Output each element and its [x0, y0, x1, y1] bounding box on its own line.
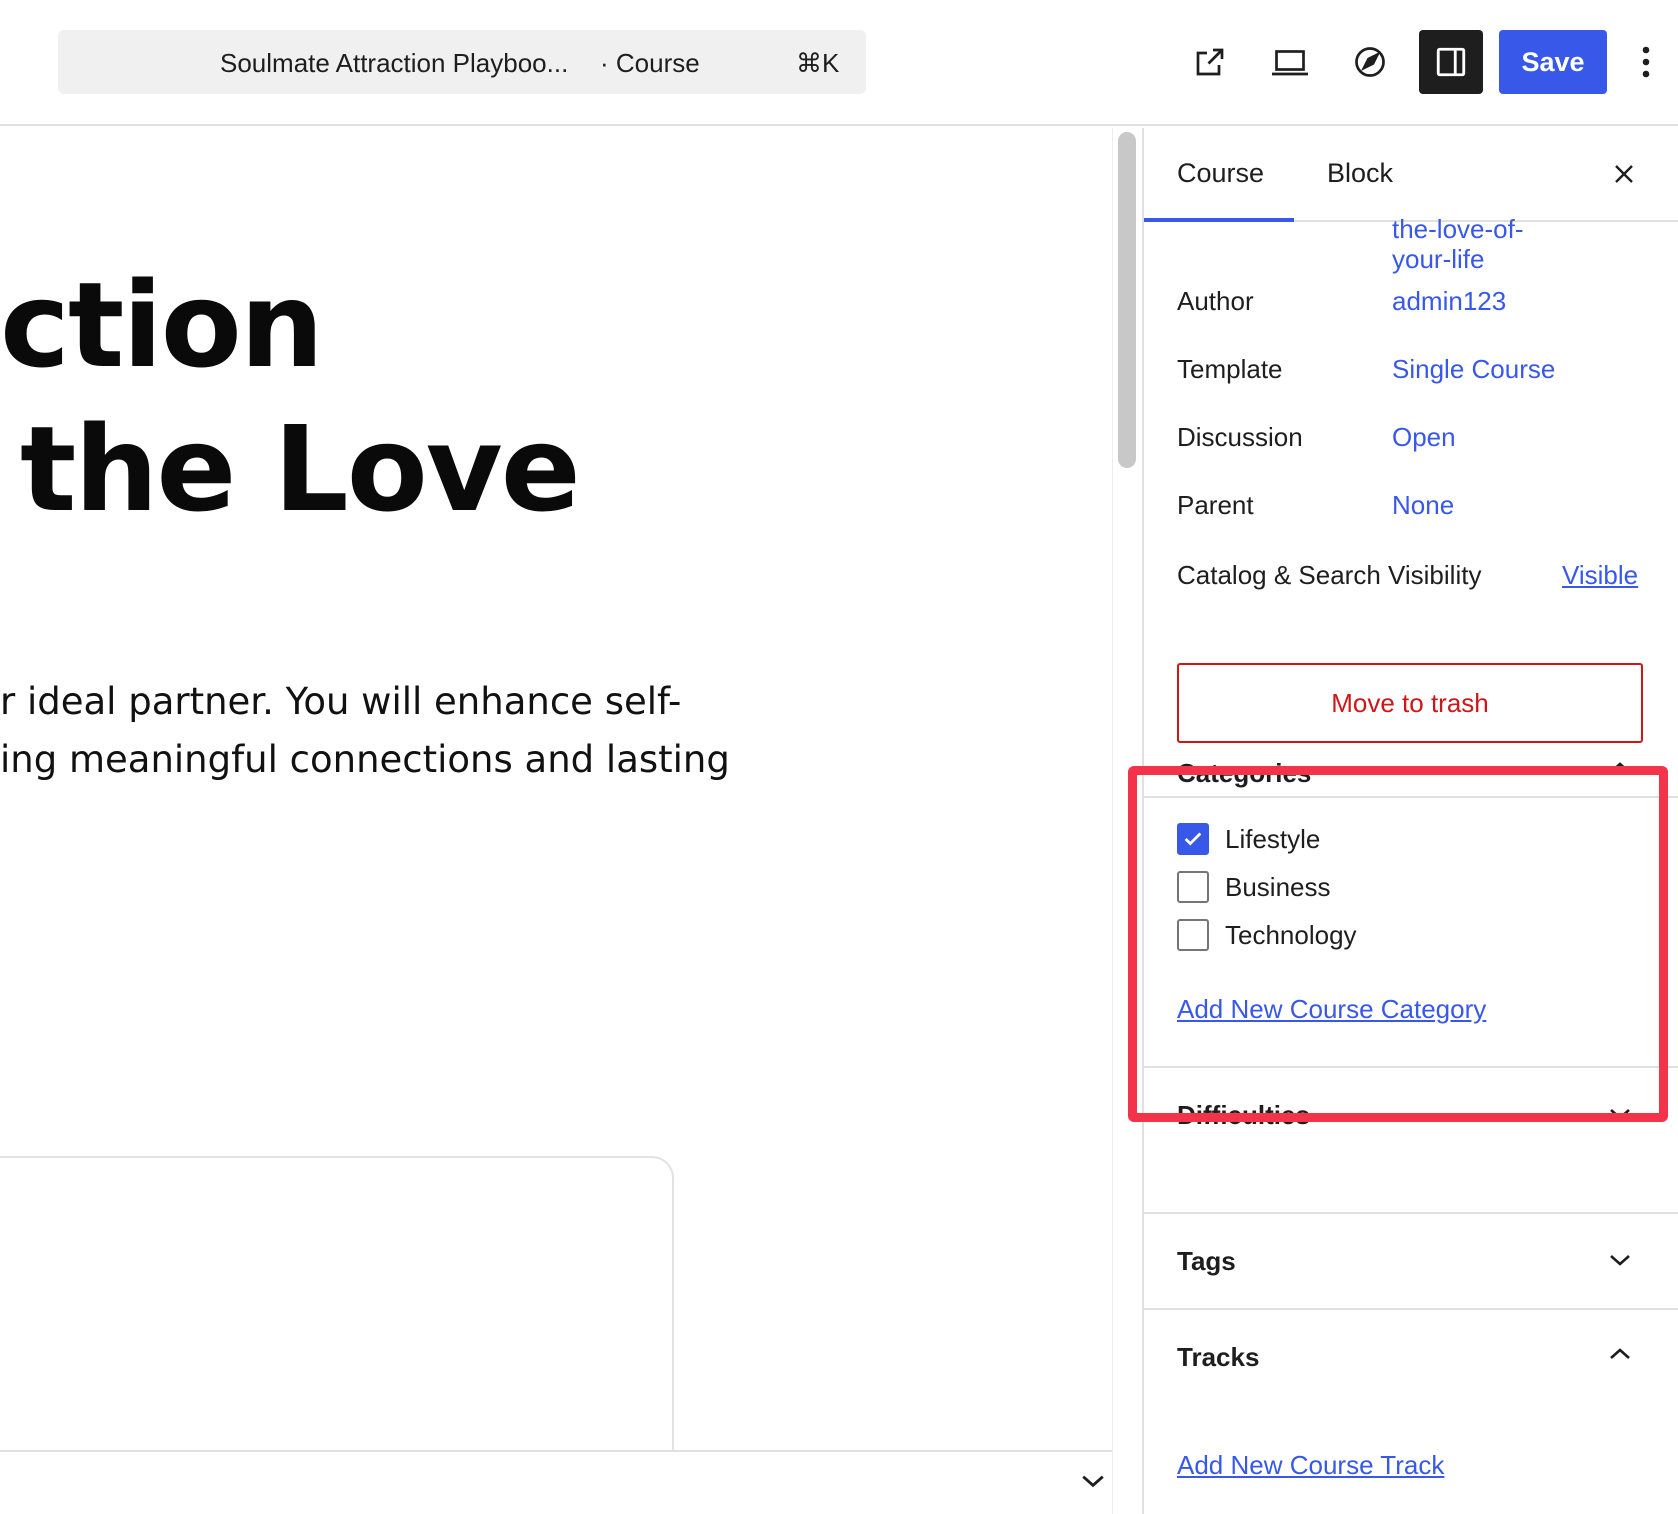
author-value[interactable]: admin123 — [1392, 286, 1506, 317]
chevron-down-icon[interactable] — [1080, 1472, 1106, 1495]
checkbox-unchecked[interactable] — [1177, 919, 1209, 951]
command-palette-bar[interactable]: Soulmate Attraction Playboo... · Course … — [58, 30, 866, 94]
course-heading-line-1[interactable]: ction — [0, 266, 324, 384]
tags-panel-title[interactable]: Tags — [1177, 1246, 1236, 1277]
canvas-scrollbar-thumb[interactable] — [1118, 132, 1136, 468]
template-label: Template — [1177, 354, 1283, 384]
category-label: Lifestyle — [1225, 823, 1321, 854]
checkbox-checked[interactable] — [1177, 823, 1209, 855]
category-item-lifestyle[interactable]: Lifestyle — [1177, 822, 1320, 856]
visibility-label: Catalog & Search Visibility — [1177, 560, 1482, 590]
desktop-preview-icon[interactable] — [1258, 30, 1322, 94]
command-shortcut: ⌘K — [796, 48, 840, 78]
move-to-trash-button[interactable]: Move to trash — [1177, 663, 1643, 743]
tab-block[interactable]: Block — [1327, 158, 1393, 189]
discussion-value[interactable]: Open — [1392, 422, 1456, 453]
settings-sidebar: Course Block the-love-of- your-life Auth… — [1142, 128, 1678, 1514]
save-button[interactable]: Save — [1499, 30, 1607, 94]
course-description-line-2[interactable]: ing meaningful connections and lasting — [0, 738, 730, 781]
panel-divider — [1144, 1212, 1678, 1214]
categories-panel-title[interactable]: Categories — [1177, 758, 1311, 789]
document-type: · Course — [600, 48, 700, 78]
course-heading-line-2[interactable]: the Love — [20, 410, 581, 528]
slug-line-2: your-life — [1392, 244, 1485, 274]
add-new-course-track-link[interactable]: Add New Course Track — [1177, 1450, 1444, 1481]
category-label: Technology — [1225, 919, 1357, 950]
panel-divider — [1144, 1066, 1678, 1068]
difficulties-panel-title[interactable]: Difficulties — [1177, 1100, 1310, 1131]
chevron-down-icon[interactable] — [1602, 1096, 1638, 1132]
parent-value[interactable]: None — [1392, 490, 1454, 521]
chevron-up-icon[interactable] — [1602, 1336, 1638, 1372]
add-new-course-category-link[interactable]: Add New Course Category — [1177, 994, 1486, 1025]
sidebar-tabs: Course Block — [1144, 128, 1678, 222]
checkmark-icon — [1184, 832, 1202, 846]
sidebar-panel-icon[interactable] — [1419, 30, 1483, 94]
visibility-value[interactable]: Visible — [1562, 560, 1638, 591]
document-title: Soulmate Attraction Playboo... — [220, 48, 569, 78]
category-item-business[interactable]: Business — [1177, 870, 1331, 904]
slug-line-1: the-love-of- — [1392, 214, 1524, 244]
template-value[interactable]: Single Course — [1392, 354, 1555, 385]
chevron-down-icon[interactable] — [1602, 1242, 1638, 1278]
category-label: Business — [1225, 871, 1331, 902]
course-description-line-1[interactable]: r ideal partner. You will enhance self- — [0, 680, 681, 723]
parent-label: Parent — [1177, 490, 1254, 520]
chevron-up-icon[interactable] — [1602, 750, 1638, 786]
author-label: Author — [1177, 286, 1254, 316]
editor-header: Soulmate Attraction Playboo... · Course … — [0, 0, 1678, 126]
editor-canvas[interactable]: ction the Love r ideal partner. You will… — [0, 128, 1112, 1514]
discussion-label: Discussion — [1177, 422, 1303, 452]
tab-course[interactable]: Course — [1177, 158, 1264, 189]
active-tab-indicator — [1144, 218, 1294, 222]
external-link-icon[interactable] — [1178, 30, 1242, 94]
panel-divider — [1144, 1308, 1678, 1310]
content-card[interactable] — [0, 1156, 674, 1476]
course-slug-link[interactable]: the-love-of- your-life — [1392, 214, 1524, 274]
category-item-technology[interactable]: Technology — [1177, 918, 1357, 952]
close-icon[interactable] — [1604, 154, 1644, 194]
canvas-footer-bar — [0, 1450, 1112, 1514]
checkbox-unchecked[interactable] — [1177, 871, 1209, 903]
more-vertical-icon[interactable] — [1622, 30, 1670, 94]
rocket-icon[interactable] — [1338, 30, 1402, 94]
panel-divider — [1144, 796, 1678, 798]
tracks-panel-title[interactable]: Tracks — [1177, 1342, 1259, 1373]
